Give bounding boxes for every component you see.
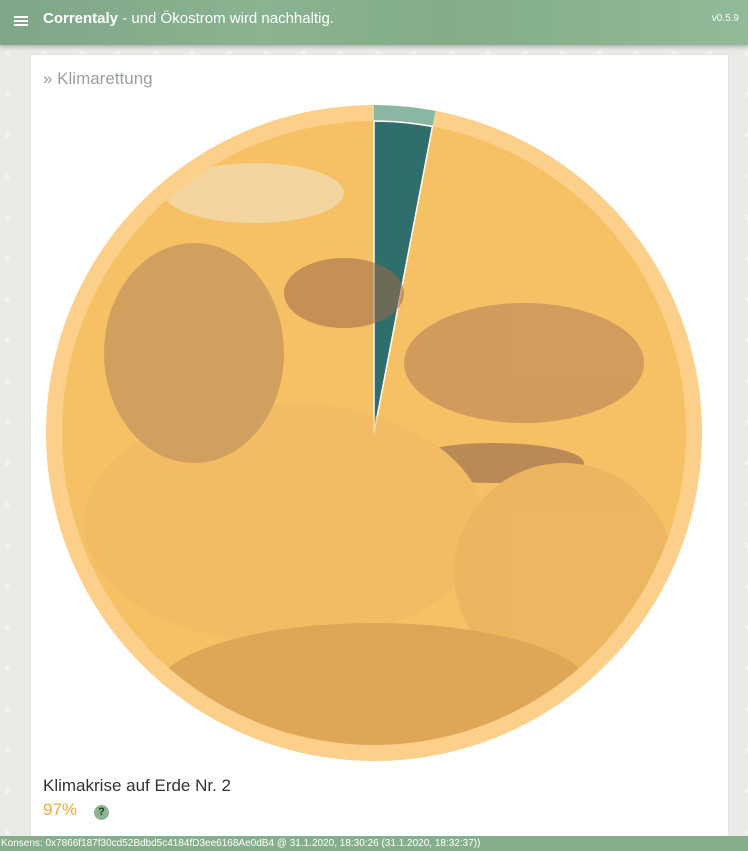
help-icon[interactable]: ? xyxy=(94,805,109,820)
globe-title: Klimakrise auf Erde Nr. 2 xyxy=(43,776,232,795)
consensus-footer: Konsens: 0x7866f187f30cd52Bdbd5c4184fD3e… xyxy=(0,836,748,851)
top-app-bar: Correntaly - und Ökostrom wird nachhalti… xyxy=(0,0,748,45)
globe-pie-svg xyxy=(45,105,703,761)
globe-chart xyxy=(44,103,704,763)
breadcrumb[interactable]: » Klimarettung xyxy=(43,69,153,89)
climate-crisis-percent: 97% xyxy=(43,800,78,819)
app-tagline: - und Ökostrom wird nachhaltig. xyxy=(118,10,334,27)
menu-icon[interactable] xyxy=(14,13,29,27)
version-label: v0.5.9 xyxy=(711,13,739,24)
climate-card: » Klimarettung Klimakrise auf Erde Nr. 2… xyxy=(30,54,729,844)
app-title[interactable]: Correntaly - und Ökostrom wird nachhalti… xyxy=(43,10,334,27)
app-name: Correntaly xyxy=(43,10,119,27)
